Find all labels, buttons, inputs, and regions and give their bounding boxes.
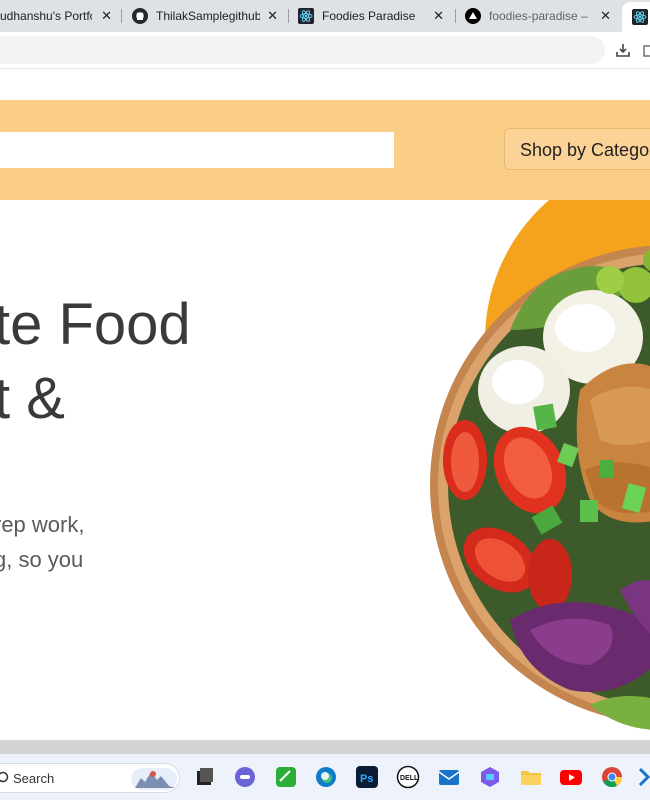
browser-tab-strip: udhanshu's Portfo ✕ ThilakSamplegithub/ … [0, 0, 650, 32]
close-icon[interactable]: ✕ [600, 8, 611, 24]
overflow-app-icon[interactable] [638, 765, 650, 789]
react-icon [632, 9, 648, 25]
salad-bowl-image [430, 200, 650, 730]
close-icon[interactable]: ✕ [267, 8, 278, 24]
tab-separator [121, 9, 122, 23]
tab-separator [455, 9, 456, 23]
browser-toolbar [0, 32, 650, 69]
vercel-icon [465, 8, 481, 24]
search-input[interactable] [0, 132, 394, 168]
address-bar[interactable] [0, 36, 605, 64]
tab-vercel[interactable]: foodies-paradise – O ✕ [465, 4, 617, 28]
teams-icon[interactable] [233, 765, 257, 789]
file-explorer-dark-icon[interactable] [193, 765, 217, 789]
download-icon[interactable] [615, 42, 631, 58]
hero-subtext-line-2: g, so you [0, 547, 84, 572]
windows-taskbar: Search Ps DELL [0, 754, 650, 800]
tab-active[interactable] [622, 2, 650, 32]
search-icon [0, 771, 9, 783]
tab-separator [288, 9, 289, 23]
mail-icon[interactable] [437, 765, 461, 789]
tab-title: Foodies Paradise [322, 9, 416, 23]
folder-icon[interactable] [519, 765, 543, 789]
webpage: Shop by Catego te Food t & rep work, g, … [0, 69, 650, 740]
shop-by-category-button[interactable]: Shop by Catego [504, 128, 650, 170]
horizontal-scrollbar[interactable] [0, 740, 650, 754]
tab-title: ThilakSamplegithub/ [156, 9, 260, 23]
tab-foodies-paradise[interactable]: Foodies Paradise ✕ [298, 4, 450, 28]
tab-title: udhanshu's Portfo [0, 9, 92, 23]
hero-subtext-line-1: rep work, [0, 512, 85, 537]
taskbar-search-label: Search [13, 771, 55, 786]
hero-heading-line-1: te Food [0, 292, 191, 357]
close-icon[interactable]: ✕ [101, 8, 112, 24]
photoshop-icon[interactable]: Ps [355, 765, 379, 789]
react-icon [298, 8, 314, 24]
search-highlight-icon [131, 768, 177, 790]
dell-icon[interactable]: DELL [396, 765, 420, 789]
hero-heading-line-2: t & [0, 366, 65, 431]
notes-icon[interactable] [274, 765, 298, 789]
tab-portfolio[interactable]: udhanshu's Portfo ✕ [0, 4, 118, 28]
search-banner: Shop by Catego [0, 100, 650, 200]
edge-icon[interactable] [314, 765, 338, 789]
close-icon[interactable]: ✕ [433, 8, 444, 24]
copilot-icon[interactable] [478, 765, 502, 789]
chrome-icon[interactable] [600, 765, 624, 789]
svg-text:DELL: DELL [400, 775, 419, 782]
svg-text:Ps: Ps [360, 773, 373, 785]
github-icon [132, 8, 148, 24]
tab-github[interactable]: ThilakSamplegithub/ ✕ [132, 4, 284, 28]
extension-icon[interactable] [642, 42, 650, 58]
youtube-icon[interactable] [559, 765, 583, 789]
taskbar-search[interactable]: Search [0, 763, 180, 793]
tab-title: foodies-paradise – O [489, 9, 589, 23]
